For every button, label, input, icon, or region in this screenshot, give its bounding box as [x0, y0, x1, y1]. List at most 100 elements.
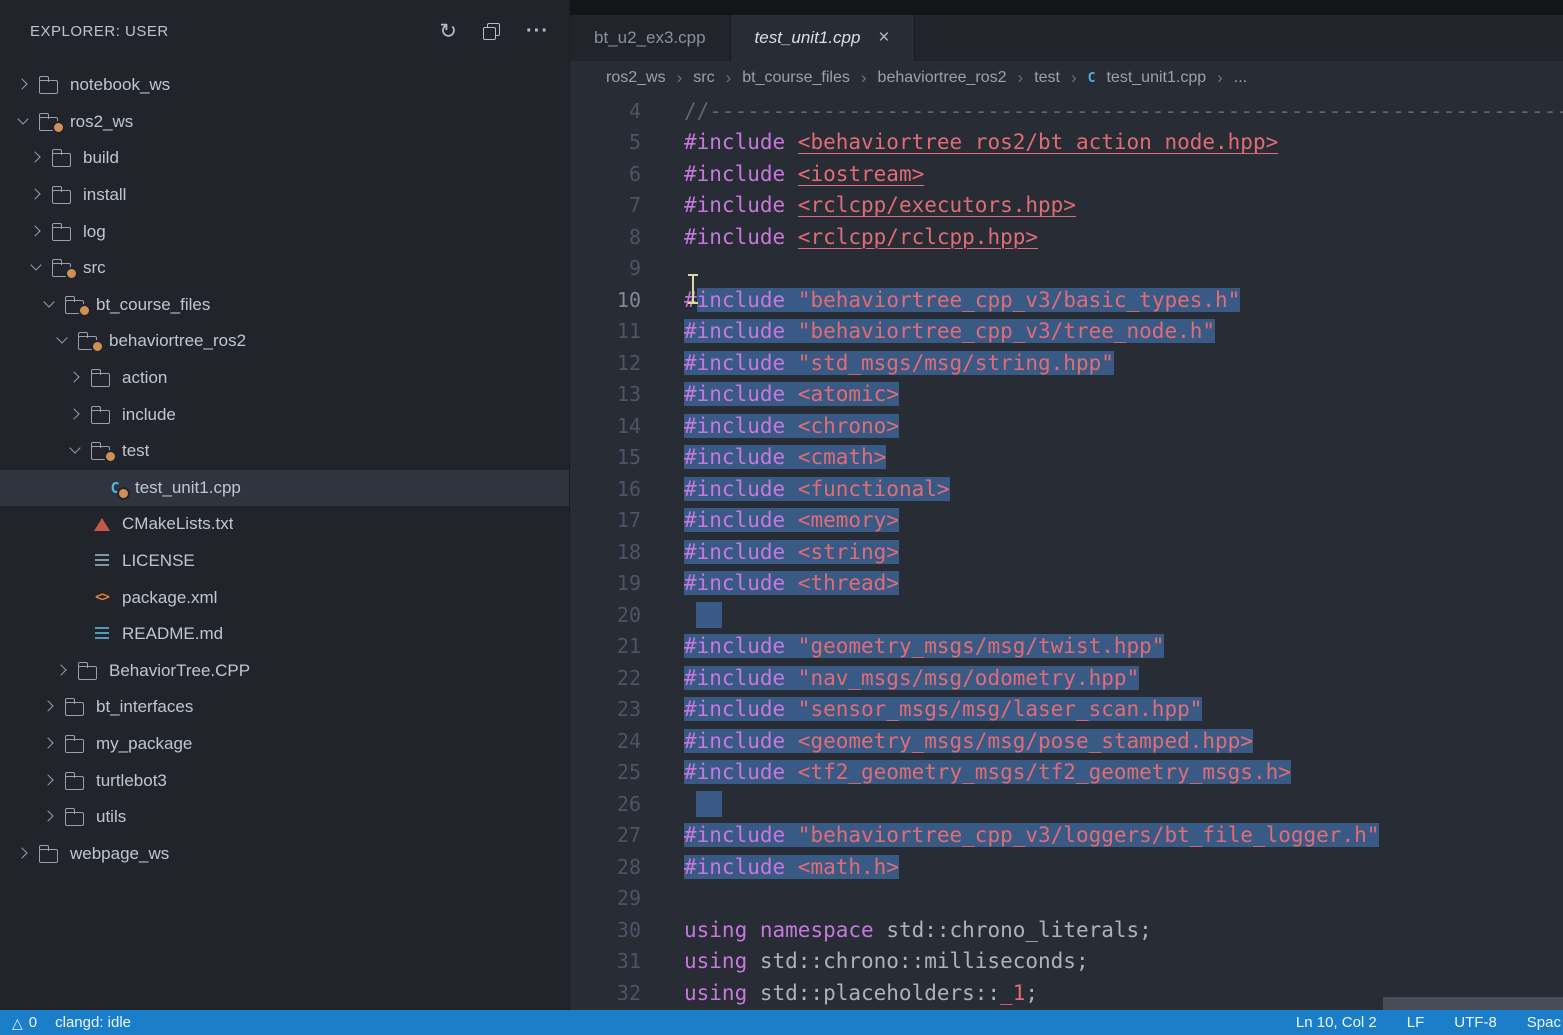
chevron-down-icon[interactable]	[66, 441, 86, 461]
folder-icon	[37, 73, 63, 97]
tree-item-label: my_package	[96, 734, 192, 754]
breadcrumb-item-bt_course_files[interactable]: bt_course_files	[742, 69, 850, 87]
tab-bt_u2_ex3.cpp[interactable]: bt_u2_ex3.cpp	[570, 15, 731, 61]
code-line-16: 16#include <functional>	[570, 473, 1563, 505]
line-number: 30	[570, 918, 641, 942]
tree-item-bt_interfaces[interactable]: bt_interfaces	[0, 689, 569, 726]
tree-item-ros2_ws[interactable]: ros2_ws	[0, 104, 569, 141]
tree-item-webpage_ws[interactable]: webpage_ws	[0, 835, 569, 872]
code-line-12: 12#include "std_msgs/msg/string.hpp"	[570, 347, 1563, 379]
code-text: #include "behaviortree_cpp_v3/basic_type…	[641, 288, 1240, 312]
line-number: 7	[570, 193, 641, 217]
code-line-25: 25#include <tf2_geometry_msgs/tf2_geomet…	[570, 757, 1563, 789]
chevron-down-icon[interactable]	[14, 112, 34, 132]
chevron-right-icon[interactable]	[40, 807, 60, 827]
code-line-28: 28#include <math.h>	[570, 851, 1563, 883]
chevron-right-icon[interactable]	[14, 75, 34, 95]
tree-item-LICENSE[interactable]: LICENSE	[0, 543, 569, 580]
chevron-right-icon[interactable]	[53, 661, 73, 681]
chevron-right-icon[interactable]	[14, 844, 34, 864]
chevron-down-icon[interactable]	[53, 331, 73, 351]
chevron-down-icon[interactable]	[27, 258, 47, 278]
tree-item-log[interactable]: log	[0, 213, 569, 250]
tree-item-BehaviorTree.CPP[interactable]: BehaviorTree.CPP	[0, 653, 569, 690]
indentation-indicator[interactable]: Spac	[1527, 1014, 1561, 1031]
tree-item-action[interactable]: action	[0, 360, 569, 397]
git-modified-dot	[104, 450, 117, 463]
code-text: #include <tf2_geometry_msgs/tf2_geometry…	[641, 760, 1291, 784]
md-icon	[89, 622, 115, 646]
tree-item-utils[interactable]: utils	[0, 799, 569, 836]
tree-item-behaviortree_ros2[interactable]: behaviortree_ros2	[0, 323, 569, 360]
license-icon	[89, 549, 115, 573]
line-number: 25	[570, 760, 641, 784]
explorer-title: EXPLORER: USER	[30, 23, 439, 40]
code-editor[interactable]: 4//-------------------------------------…	[570, 95, 1563, 1009]
eol-indicator[interactable]: LF	[1407, 1014, 1425, 1031]
titlebar-strip	[570, 0, 1563, 15]
encoding-indicator[interactable]: UTF-8	[1454, 1014, 1497, 1031]
tab-test_unit1.cpp[interactable]: test_unit1.cpp×	[731, 15, 915, 61]
warning-count: 0	[29, 1014, 37, 1031]
refresh-icon[interactable]: ↻	[439, 21, 457, 42]
line-number: 20	[570, 603, 641, 627]
tree-item-CMakeLists.txt[interactable]: CMakeLists.txt	[0, 506, 569, 543]
tree-item-bt_course_files[interactable]: bt_course_files	[0, 287, 569, 324]
tree-item-README.md[interactable]: README.md	[0, 616, 569, 653]
tree-item-label: CMakeLists.txt	[122, 514, 233, 534]
code-text: #include <cmath>	[641, 445, 886, 469]
tree-item-my_package[interactable]: my_package	[0, 726, 569, 763]
code-text: #include <iostream>	[641, 162, 924, 186]
chevron-right-icon[interactable]	[66, 405, 86, 425]
breadcrumb-item-test[interactable]: test	[1034, 69, 1060, 87]
tree-item-notebook_ws[interactable]: notebook_ws	[0, 67, 569, 104]
tree-item-build[interactable]: build	[0, 140, 569, 177]
chevron-right-icon[interactable]	[27, 185, 47, 205]
tree-item-label: log	[83, 222, 106, 242]
breadcrumb-separator: ›	[677, 68, 683, 88]
breadcrumb-item-ros2_ws[interactable]: ros2_ws	[606, 69, 666, 87]
chevron-right-icon[interactable]	[40, 771, 60, 791]
chevron-right-icon[interactable]	[27, 148, 47, 168]
collapse-folders-icon[interactable]	[483, 23, 500, 40]
tree-item-package.xml[interactable]: <>package.xml	[0, 579, 569, 616]
breadcrumb-item-behaviortree_ros2[interactable]: behaviortree_ros2	[878, 69, 1007, 87]
line-number: 23	[570, 697, 641, 721]
chevron-right-icon[interactable]	[40, 697, 60, 717]
breadcrumb-overflow[interactable]: ...	[1234, 69, 1247, 87]
breadcrumb-item-src[interactable]: src	[693, 69, 714, 87]
status-bar: △ 0 clangd: idle Ln 10, Col 2 LF UTF-8 S…	[0, 1010, 1563, 1035]
tab-label: bt_u2_ex3.cpp	[594, 28, 706, 48]
tree-item-test[interactable]: test	[0, 433, 569, 470]
cursor-position[interactable]: Ln 10, Col 2	[1296, 1014, 1377, 1031]
code-line-19: 19#include <thread>	[570, 568, 1563, 600]
tree-item-turtlebot3[interactable]: turtlebot3	[0, 762, 569, 799]
line-number: 31	[570, 949, 641, 973]
more-actions-icon[interactable]: ···	[526, 21, 549, 41]
language-server-status[interactable]: clangd: idle	[55, 1014, 131, 1031]
chevron-right-icon[interactable]	[40, 734, 60, 754]
code-line-10: 10#include "behaviortree_cpp_v3/basic_ty…	[570, 284, 1563, 316]
code-line-7: 7#include <rclcpp/executors.hpp>	[570, 190, 1563, 222]
tree-item-include[interactable]: include	[0, 396, 569, 433]
breadcrumb-item-file[interactable]: test_unit1.cpp	[1106, 69, 1206, 87]
breadcrumb: ros2_ws › src › bt_course_files › behaviortree…	[570, 61, 1563, 95]
folder-icon	[50, 256, 76, 280]
problems-indicator[interactable]: △ 0	[12, 1014, 37, 1031]
chevron-right-icon[interactable]	[27, 222, 47, 242]
code-line-6: 6#include <iostream>	[570, 158, 1563, 190]
horizontal-scrollbar[interactable]	[1383, 997, 1563, 1010]
tree-item-install[interactable]: install	[0, 177, 569, 214]
chevron-down-icon[interactable]	[40, 295, 60, 315]
tree-item-src[interactable]: src	[0, 250, 569, 287]
tree-item-test_unit1.cpp[interactable]: Ctest_unit1.cpp	[0, 470, 569, 507]
code-text: #include <rclcpp/rclcpp.hpp>	[641, 225, 1038, 249]
line-number: 26	[570, 792, 641, 816]
chevron-spacer	[66, 551, 86, 571]
code-line-9: 9	[570, 253, 1563, 285]
close-icon[interactable]: ×	[878, 27, 889, 49]
breadcrumb-separator: ›	[1217, 68, 1223, 88]
breadcrumb-separator: ›	[726, 68, 732, 88]
line-number: 28	[570, 855, 641, 879]
chevron-right-icon[interactable]	[66, 368, 86, 388]
